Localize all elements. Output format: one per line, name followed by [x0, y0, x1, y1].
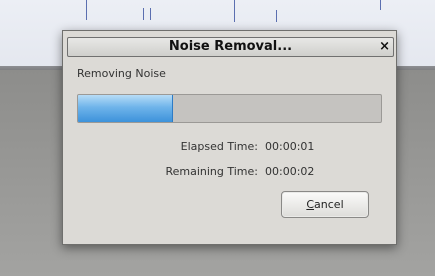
remaining-time-label: Remaining Time: [165, 165, 258, 178]
noise-removal-dialog: Noise Removal... × Removing Noise Elapse… [62, 30, 397, 245]
waveform-marker [276, 10, 277, 22]
progress-bar-fill [78, 95, 173, 122]
cancel-mnemonic: C [306, 198, 315, 211]
remaining-time-value: 00:00:02 [265, 165, 315, 178]
progress-status-label: Removing Noise [77, 67, 166, 80]
waveform-marker [380, 0, 381, 10]
elapsed-time-label: Elapsed Time: [180, 140, 258, 153]
dialog-title: Noise Removal... [168, 39, 293, 54]
cancel-button[interactable]: Cancel [281, 191, 369, 218]
elapsed-time-value: 00:00:01 [265, 140, 315, 153]
dialog-titlebar[interactable]: Noise Removal... × [67, 37, 394, 57]
waveform-marker [234, 0, 235, 22]
waveform-marker [143, 8, 144, 20]
cancel-label: ancel [314, 198, 344, 211]
waveform-marker [150, 8, 151, 20]
progress-bar [77, 94, 382, 123]
close-icon[interactable]: × [379, 38, 390, 56]
waveform-marker [86, 0, 87, 20]
